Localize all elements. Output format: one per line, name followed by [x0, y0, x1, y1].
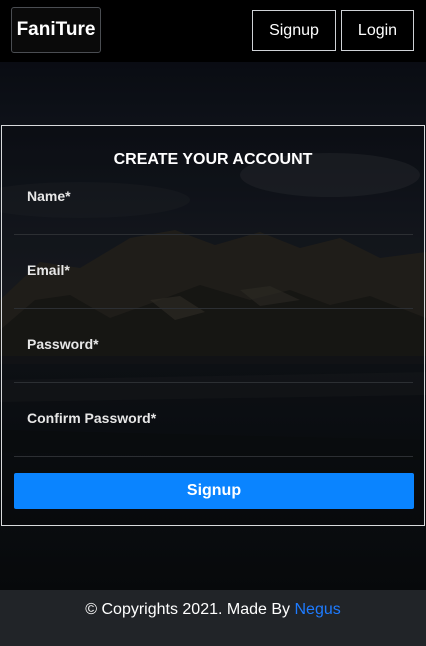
- nav-signup-button[interactable]: Signup: [252, 10, 336, 51]
- email-input[interactable]: [14, 282, 413, 308]
- name-field-group: Name*: [14, 188, 413, 235]
- confirm-password-input[interactable]: [14, 430, 413, 456]
- copyright-text: © Copyrights 2021. Made By: [85, 601, 291, 618]
- password-input[interactable]: [14, 356, 413, 382]
- navbar: FaniTure Signup Login: [0, 0, 426, 62]
- name-input[interactable]: [14, 208, 413, 234]
- signup-form-card: CREATE YOUR ACCOUNT Name* Email* Passwor…: [1, 125, 425, 526]
- confirm-password-field-group: Confirm Password*: [14, 410, 413, 457]
- brand-logo[interactable]: FaniTure: [11, 7, 101, 53]
- email-label: Email*: [27, 262, 70, 278]
- footer: © Copyrights 2021. Made By Negus: [0, 590, 426, 646]
- password-field-group: Password*: [14, 336, 413, 383]
- signup-submit-button[interactable]: Signup: [14, 473, 414, 509]
- password-label: Password*: [27, 336, 99, 352]
- email-field-group: Email*: [14, 262, 413, 309]
- form-title: CREATE YOUR ACCOUNT: [113, 151, 313, 168]
- name-label: Name*: [27, 188, 71, 204]
- confirm-password-label: Confirm Password*: [27, 410, 157, 426]
- nav-login-button[interactable]: Login: [341, 10, 414, 51]
- author-link[interactable]: Negus: [294, 601, 340, 618]
